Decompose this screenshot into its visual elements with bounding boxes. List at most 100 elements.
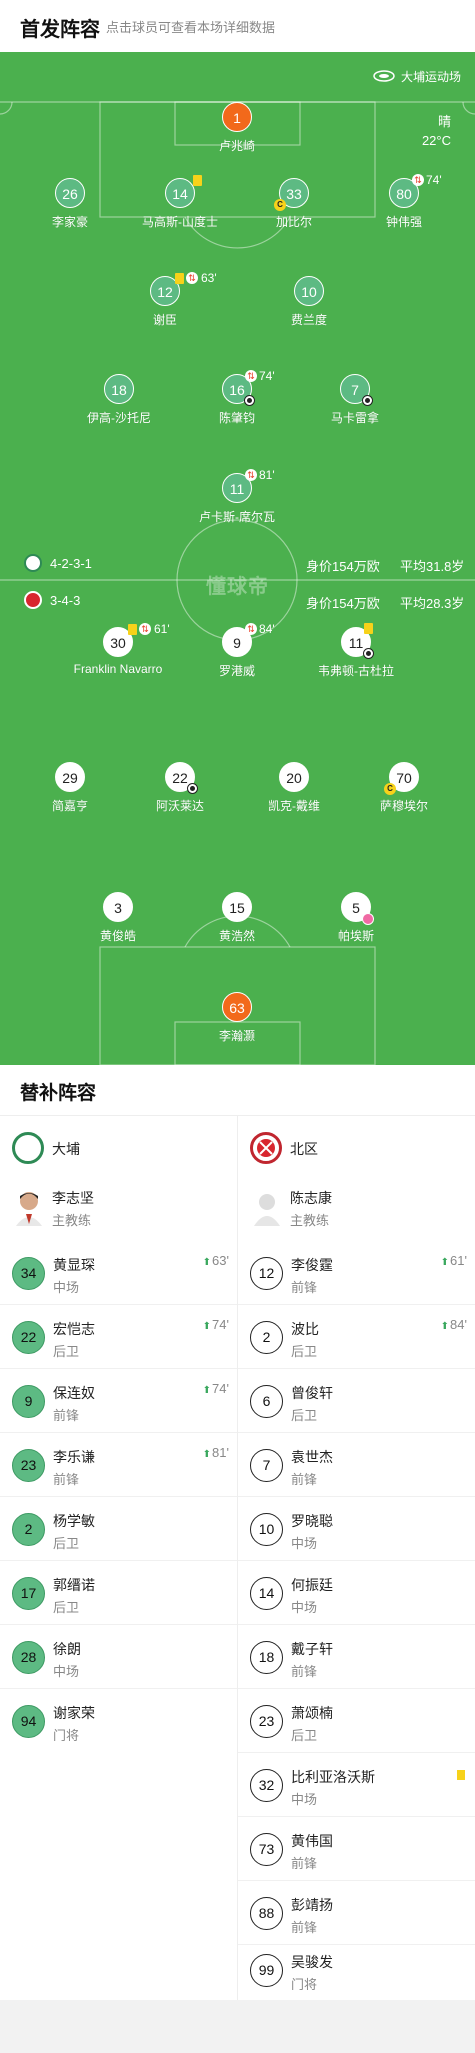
home-player-80[interactable]: 80 ⇅ 74' 钟伟强 [344, 173, 464, 230]
player-position: 前锋 [291, 1856, 318, 1871]
player-number: 22 [12, 1321, 45, 1354]
coach-name: 陈志康 [290, 1190, 332, 1206]
away-team-header[interactable]: 北区 [238, 1128, 475, 1168]
away-player-15[interactable]: 15 黄浩然 [177, 892, 297, 944]
sub-row[interactable]: 28 徐朗 中场 [0, 1626, 237, 1689]
player-name: 比利亚洛沃斯 [291, 1769, 375, 1785]
player-name: 萨穆埃尔 [379, 799, 428, 813]
player-name: 罗晓聪 [291, 1513, 333, 1529]
player-number: 22 [165, 762, 198, 794]
sub-time: 81' [259, 468, 275, 482]
player-number: 33 C [274, 178, 309, 211]
player-position: 中场 [53, 1664, 80, 1679]
sub-in-time: ⬆61' [440, 1253, 467, 1268]
sub-row[interactable]: 2 波比 后卫 ⬆84' [238, 1306, 475, 1369]
sub-row[interactable]: 12 李俊霆 前锋 ⬆61' [238, 1242, 475, 1305]
sub-in-icon: ⬆ [440, 1321, 450, 1332]
home-player-1[interactable]: 1 卢兆崎 [177, 102, 297, 154]
sub-row[interactable]: 23 李乐谦 前锋 ⬆81' [0, 1434, 237, 1497]
weather-temp: 22°C [421, 133, 451, 148]
player-name: 郭缙诺 [53, 1577, 95, 1593]
sub-row[interactable]: 9 保连奴 前锋 ⬆74' [0, 1370, 237, 1433]
sub-row[interactable]: 10 罗晓聪 中场 [238, 1498, 475, 1561]
player-name: 韦弗顿-古杜拉 [318, 664, 394, 678]
player-number: 17 [12, 1577, 45, 1610]
player-number: 5 [341, 892, 374, 925]
home-player-16[interactable]: 16 ⇅ 74' 陈肇钧 [177, 369, 297, 426]
sub-row[interactable]: 18 戴子轩 前锋 [238, 1626, 475, 1689]
goal-ball-icon [362, 395, 373, 406]
sub-row[interactable]: 32 比利亚洛沃斯 中场 [238, 1754, 475, 1817]
away-player-20[interactable]: 20 凯克-戴维 [234, 762, 354, 814]
sub-row[interactable]: 22 宏恺志 后卫 ⬆74' [0, 1306, 237, 1369]
goal-ball-icon [363, 648, 374, 659]
player-name: 袁世杰 [291, 1449, 333, 1465]
away-player-30[interactable]: 30 ⇅ 61' Franklin Navarro [58, 622, 178, 676]
player-number: 14 [250, 1577, 283, 1610]
player-number: 32 [250, 1769, 283, 1802]
home-team-header[interactable]: 大埔 [0, 1128, 237, 1168]
away-player-70[interactable]: 70 C 萨穆埃尔 [344, 762, 464, 814]
player-number: 20 [279, 762, 309, 792]
player-name: 彭靖扬 [291, 1897, 333, 1913]
coach-avatar-placeholder [252, 1190, 282, 1226]
player-number: 9 [12, 1385, 45, 1418]
away-player-9[interactable]: 9 ⇅ 84' 罗港威 [177, 622, 297, 679]
home-team-summary: 4-2-3-1 身价154万欧 平均31.8岁 [0, 554, 475, 574]
player-name: 徐朗 [53, 1641, 81, 1657]
home-player-33[interactable]: 33 C 加比尔 [234, 178, 354, 230]
sub-out-icon: ⇅ [245, 370, 257, 382]
player-name: 何振廷 [291, 1577, 333, 1593]
player-number: 16 ⇅ 74' [222, 369, 275, 406]
home-player-26[interactable]: 26 李家豪 [10, 178, 130, 230]
home-player-10[interactable]: 10 费兰度 [249, 276, 369, 328]
away-player-29[interactable]: 29 简嘉亨 [10, 762, 130, 814]
player-name: 加比尔 [275, 215, 312, 229]
sub-row[interactable]: 2 杨学敏 后卫 [0, 1498, 237, 1561]
player-number: 18 [250, 1641, 283, 1674]
weather-condition: 晴 [437, 114, 451, 129]
player-number: 63 [222, 992, 252, 1022]
player-number: 34 [12, 1257, 45, 1290]
away-player-5[interactable]: 5 帕埃斯 [296, 892, 416, 944]
player-number: 7 [250, 1449, 283, 1482]
sub-row[interactable]: 17 郭缙诺 后卫 [0, 1562, 237, 1625]
player-number: 80 ⇅ 74' [389, 173, 442, 208]
home-coach[interactable]: 李志坚 主教练 [0, 1180, 237, 1236]
sub-row[interactable]: 73 黄伟国 前锋 [238, 1818, 475, 1881]
sub-row[interactable]: 6 曾俊轩 后卫 [238, 1370, 475, 1433]
player-position: 中场 [291, 1600, 318, 1615]
player-position: 门将 [53, 1728, 80, 1743]
player-position: 中场 [291, 1536, 318, 1551]
player-name: 戴子轩 [291, 1641, 333, 1657]
sub-row[interactable]: 88 彭靖扬 前锋 [238, 1882, 475, 1945]
away-player-3[interactable]: 3 黄俊皓 [58, 892, 178, 944]
player-number: 1 [222, 102, 252, 132]
away-player-22[interactable]: 22 阿沃莱达 [120, 762, 240, 814]
sub-row[interactable]: 99 吴骏发 门将 [238, 1939, 475, 2002]
home-player-7[interactable]: 7 马卡雷拿 [295, 374, 415, 426]
player-number: 2 [12, 1513, 45, 1546]
sub-in-time: ⬆81' [202, 1445, 229, 1460]
player-number: 14 [165, 175, 202, 208]
home-player-18[interactable]: 18 伊高-沙托尼 [59, 374, 179, 426]
player-number: 23 [12, 1449, 45, 1482]
sub-row[interactable]: 34 黄显琛 中场 ⬆63' [0, 1242, 237, 1305]
sub-row[interactable]: 14 何振廷中场 [238, 1562, 475, 1625]
player-name: 黄浩然 [218, 929, 255, 943]
sub-row[interactable]: 7 袁世杰 前锋 [238, 1434, 475, 1497]
player-number: 12 ⇅ 63' [150, 271, 217, 306]
sub-row[interactable]: 94 谢家荣 门将 [0, 1690, 237, 1753]
player-name: 谢臣 [152, 313, 177, 327]
away-coach[interactable]: 陈志康 主教练 [238, 1180, 475, 1236]
away-player-63[interactable]: 63 李瀚灏 [177, 992, 297, 1044]
player-name: 李家豪 [51, 215, 88, 229]
home-player-11[interactable]: 11 ⇅ 81' 卢卡斯-席尔瓦 [177, 468, 297, 525]
yellow-card-icon [193, 175, 202, 186]
sub-row[interactable]: 23 萧颂楠 后卫 [238, 1690, 475, 1753]
player-name: 陈肇钧 [218, 411, 255, 425]
home-player-14[interactable]: 14 马高斯-山度士 [120, 175, 240, 230]
player-name: 黄伟国 [291, 1833, 333, 1849]
home-player-12[interactable]: 12 ⇅ 63' 谢臣 [105, 271, 225, 328]
away-player-11[interactable]: 11 韦弗顿-古杜拉 [296, 623, 416, 679]
